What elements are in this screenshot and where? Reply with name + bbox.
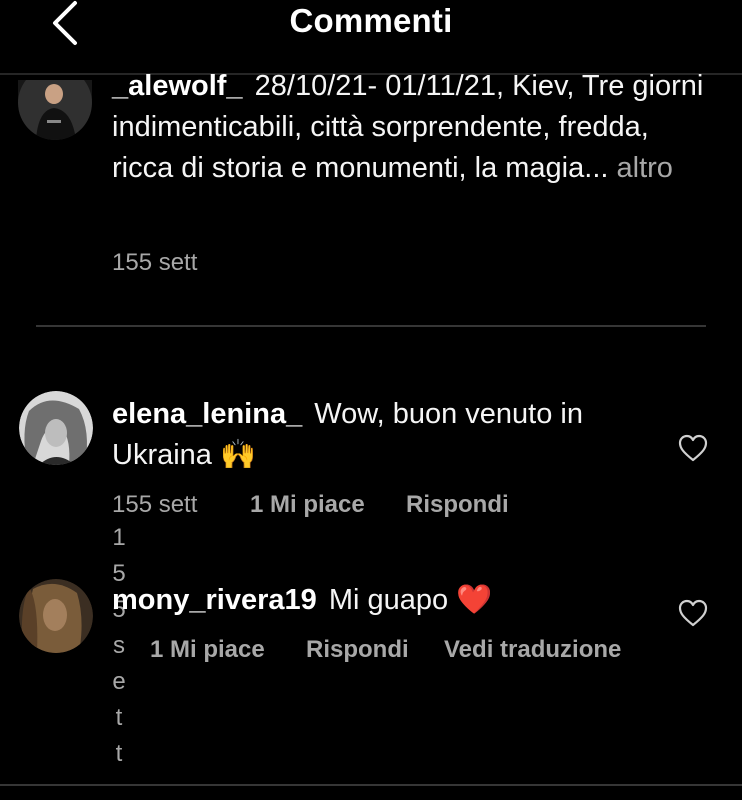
comment-username-mony[interactable]: mony_rivera19 bbox=[112, 584, 317, 616]
avatar-mony[interactable] bbox=[19, 579, 93, 653]
like-button-elena[interactable] bbox=[678, 434, 708, 464]
likes-count-elena[interactable]: 1 Mi piace bbox=[250, 491, 365, 519]
more-link[interactable]: altro bbox=[617, 152, 673, 184]
header: Commenti bbox=[0, 0, 742, 75]
page-title: Commenti bbox=[289, 2, 453, 39]
caption-text: _alewolf_ 28/10/21- 01/11/21, Kiev, Tre … bbox=[112, 66, 712, 189]
likes-count-mony[interactable]: 1 Mi piace bbox=[150, 636, 265, 664]
avatar-elena[interactable] bbox=[19, 391, 93, 465]
comment-text-mony: mony_rivera19 Mi guapo ❤️ bbox=[112, 580, 652, 621]
reply-button-elena[interactable]: Rispondi bbox=[406, 491, 509, 519]
comments-screen: Commenti _alewolf_ 28/10/21- 01/11/21, K… bbox=[0, 0, 742, 800]
avatar-alewolf[interactable] bbox=[18, 80, 92, 140]
bottom-divider bbox=[0, 784, 742, 786]
caption-username[interactable]: _alewolf_ bbox=[112, 70, 243, 102]
comment-body-mony: Mi guapo ❤️ bbox=[328, 584, 493, 616]
translate-button-mony[interactable]: Vedi traduzione bbox=[444, 636, 621, 664]
comment-time-elena: 155 sett bbox=[112, 491, 198, 518]
comment-time-mony: 1 5 5 s e t t bbox=[112, 524, 126, 767]
heart-outline-icon bbox=[678, 599, 708, 627]
reply-button-mony[interactable]: Rispondi bbox=[306, 636, 409, 664]
like-button-mony[interactable] bbox=[678, 599, 708, 629]
caption-time: 155 sett bbox=[112, 249, 198, 276]
comment-text-elena: elena_lenina_ Wow, buon venuto in Ukrain… bbox=[112, 394, 652, 476]
heart-outline-icon bbox=[678, 434, 708, 462]
comment-username-elena[interactable]: elena_lenina_ bbox=[112, 398, 302, 430]
caption-divider bbox=[36, 325, 706, 327]
